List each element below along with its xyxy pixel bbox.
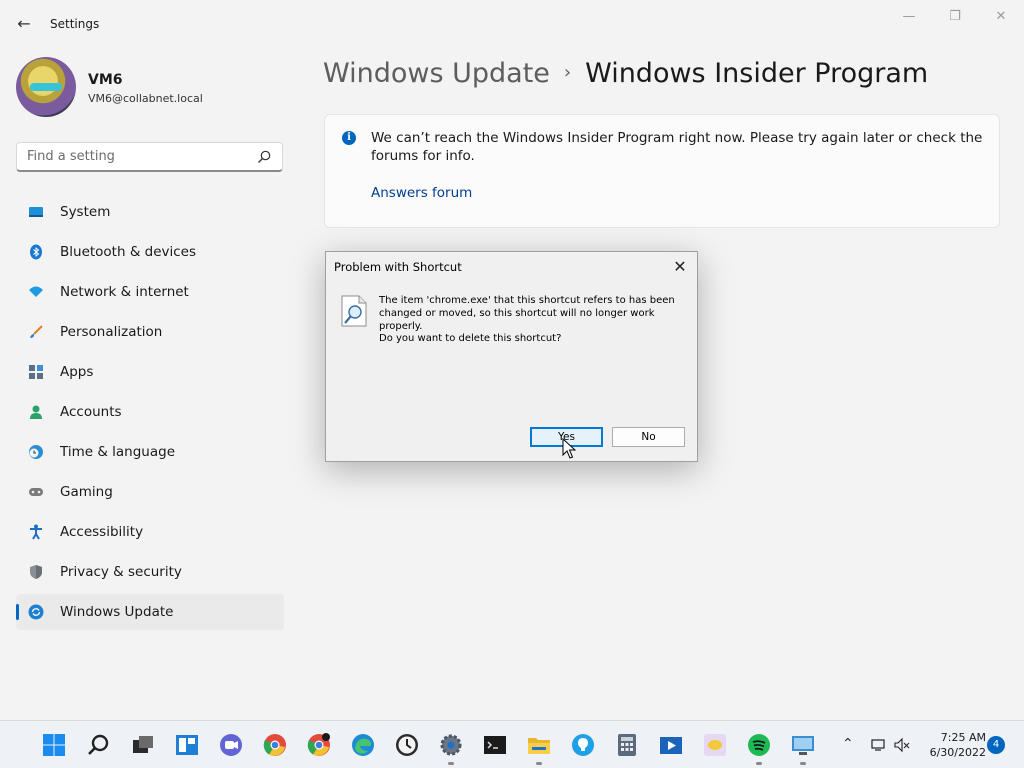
apps-icon <box>29 365 43 379</box>
sidebar-item-label: Apps <box>60 364 94 380</box>
search-icon[interactable] <box>87 733 111 757</box>
dialog-body: The item 'chrome.exe' that this shortcut… <box>327 283 696 461</box>
profile-email: VM6@collabnet.local <box>88 92 203 105</box>
remote-desktop-icon[interactable] <box>791 733 815 757</box>
chrome-profile-icon[interactable] <box>307 733 331 757</box>
terminal-icon[interactable] <box>483 733 507 757</box>
problem-shortcut-dialog: Problem with Shortcut ✕ The item 'chrome… <box>325 251 698 462</box>
sidebar-item-label: Gaming <box>60 484 113 500</box>
chrome-icon[interactable] <box>263 733 287 757</box>
running-indicator <box>448 762 454 765</box>
gamepad-icon <box>29 488 43 496</box>
sidebar-item-label: Windows Update <box>60 604 174 620</box>
spotify-icon[interactable] <box>747 733 771 757</box>
minimize-button[interactable]: — <box>886 6 932 28</box>
sidebar-item-label: Time & language <box>60 444 176 460</box>
volume-muted-icon[interactable] <box>894 737 910 753</box>
dialog-message: The item 'chrome.exe' that this shortcut… <box>379 295 675 332</box>
info-message: We can’t reach the Windows Insider Progr… <box>371 130 983 164</box>
sidebar-item-time-language[interactable]: Time & language <box>16 434 284 470</box>
sidebar-item-label: Accessibility <box>60 524 144 540</box>
title-bar: ← Settings — ❐ ✕ <box>0 0 1024 48</box>
file-explorer-icon[interactable] <box>527 733 551 757</box>
taskbar-clock[interactable]: 7:25 AM 6/30/2022 <box>918 730 986 760</box>
clock-date: 6/30/2022 <box>929 746 986 759</box>
accounts-icon <box>30 405 42 419</box>
clock-time: 7:25 AM <box>940 731 986 744</box>
app-title: Settings <box>50 17 100 31</box>
shield-icon <box>30 565 42 579</box>
dialog-title: Problem with Shortcut <box>334 260 462 274</box>
start-icon[interactable] <box>42 733 66 757</box>
sidebar-item-label: Personalization <box>60 324 163 340</box>
running-indicator <box>756 762 762 765</box>
notification-badge[interactable]: 4 <box>987 736 1005 754</box>
page-title: Windows Insider Program <box>585 58 929 89</box>
sidebar-item-bluetooth[interactable]: Bluetooth & devices <box>16 234 284 270</box>
breadcrumb-separator: › <box>563 62 572 83</box>
network-tray-icon[interactable] <box>870 737 886 753</box>
wifi-icon <box>29 286 43 297</box>
sidebar-nav: System Bluetooth & devices Network & int… <box>16 194 284 634</box>
sidebar-item-windows-update[interactable]: Windows Update <box>16 594 284 630</box>
sidebar-item-label: Privacy & security <box>60 564 182 580</box>
sidebar-item-personalization[interactable]: Personalization <box>16 314 284 350</box>
avatar[interactable] <box>16 57 76 117</box>
tray-overflow-chevron-icon[interactable]: ⌃ <box>842 736 854 752</box>
sidebar-item-gaming[interactable]: Gaming <box>16 474 284 510</box>
accessibility-icon <box>30 524 42 540</box>
sticky-icon[interactable] <box>703 733 727 757</box>
sidebar-item-privacy-security[interactable]: Privacy & security <box>16 554 284 590</box>
info-icon: i <box>342 131 356 145</box>
answers-forum-link[interactable]: Answers forum <box>371 185 472 201</box>
no-button[interactable]: No <box>612 427 685 447</box>
sidebar-item-label: Network & internet <box>60 284 189 300</box>
clock-globe-icon <box>29 445 43 459</box>
sidebar-item-accessibility[interactable]: Accessibility <box>16 514 284 550</box>
bluetooth-icon <box>30 244 42 260</box>
back-arrow-icon[interactable]: ← <box>12 12 36 36</box>
lightbulb-icon[interactable] <box>571 733 595 757</box>
taskbar: ⌃ 7:25 AM 6/30/2022 4 <box>0 720 1024 768</box>
search-input[interactable] <box>27 149 247 164</box>
search-icon[interactable] <box>256 149 272 165</box>
dialog-close-icon[interactable]: ✕ <box>669 256 691 278</box>
settings-icon[interactable] <box>439 733 463 757</box>
widgets-icon[interactable] <box>175 733 199 757</box>
media-player-icon[interactable] <box>659 733 683 757</box>
sidebar-item-apps[interactable]: Apps <box>16 354 284 390</box>
update-icon <box>28 604 44 620</box>
sidebar-item-network[interactable]: Network & internet <box>16 274 284 310</box>
dialog-question: Do you want to delete this shortcut? <box>379 333 562 344</box>
info-card: i We can’t reach the Windows Insider Pro… <box>324 114 1000 228</box>
breadcrumb: Windows Update › Windows Insider Program <box>323 58 928 89</box>
sidebar-item-system[interactable]: System <box>16 194 284 230</box>
task-view-icon[interactable] <box>131 733 155 757</box>
clock-app-icon[interactable] <box>395 733 419 757</box>
profile-name: VM6 <box>88 72 123 88</box>
calculator-icon[interactable] <box>615 733 639 757</box>
sidebar-item-label: Bluetooth & devices <box>60 244 197 260</box>
edge-icon[interactable] <box>351 733 375 757</box>
sidebar-item-accounts[interactable]: Accounts <box>16 394 284 430</box>
close-window-button[interactable]: ✕ <box>978 6 1024 28</box>
search-box[interactable] <box>16 142 283 172</box>
system-icon <box>29 207 43 217</box>
running-indicator <box>800 762 806 765</box>
running-indicator <box>536 762 542 765</box>
sidebar-item-label: Accounts <box>60 404 122 420</box>
brush-icon <box>30 325 43 338</box>
sidebar-item-label: System <box>60 204 111 220</box>
restore-button[interactable]: ❐ <box>932 6 978 28</box>
mouse-cursor-icon <box>562 438 576 459</box>
teams-chat-icon[interactable] <box>219 733 243 757</box>
breadcrumb-parent[interactable]: Windows Update <box>323 58 550 89</box>
missing-file-icon <box>341 295 367 327</box>
